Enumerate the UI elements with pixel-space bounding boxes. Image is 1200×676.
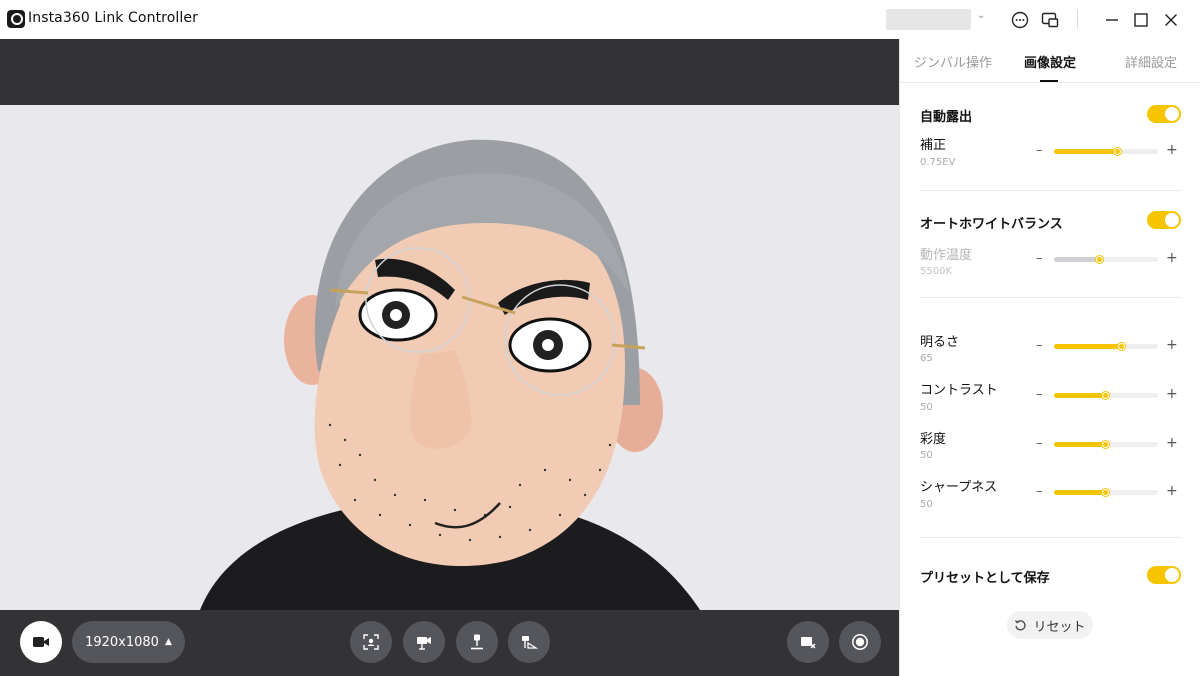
awb-label: オートホワイトバランス <box>920 217 1063 232</box>
save-preset-toggle[interactable] <box>1147 566 1181 584</box>
sharpness-minus[interactable]: – <box>1036 484 1043 499</box>
chevron-down-icon[interactable]: ⌄ <box>977 10 985 21</box>
saturation-label: 彩度 <box>920 432 947 447</box>
tab-image-settings[interactable]: 画像設定 <box>1024 52 1076 71</box>
color-temp-slider[interactable] <box>1054 256 1158 263</box>
reset-button[interactable]: リセット <box>1007 611 1093 639</box>
camera-preview[interactable] <box>0 105 899 610</box>
face-frame-button[interactable] <box>350 621 392 663</box>
saturation-plus[interactable]: + <box>1166 435 1178 451</box>
sharpness-plus[interactable]: + <box>1166 483 1178 499</box>
tab-gimbal[interactable]: ジンバル操作 <box>914 52 992 71</box>
divider <box>1077 10 1078 29</box>
contrast-label: コントラスト <box>920 383 998 398</box>
account-selector[interactable] <box>886 9 971 30</box>
auto-exposure-label: 自動露出 <box>920 110 973 125</box>
contrast-value: 50 <box>920 402 933 413</box>
record-icon <box>852 634 868 650</box>
color-temp-minus[interactable]: – <box>1036 251 1043 266</box>
brightness-slider[interactable] <box>1054 343 1158 350</box>
overhead-icon <box>471 634 483 650</box>
sharpness-value: 50 <box>920 499 933 510</box>
saturation-slider[interactable] <box>1054 441 1158 448</box>
sharpness-label: シャープネス <box>920 480 998 495</box>
title-bar: Insta360 Link Controller ⌄ <box>0 0 1200 39</box>
divider <box>920 297 1182 298</box>
privacy-button[interactable] <box>787 621 829 663</box>
hide-privacy-icon <box>801 637 816 649</box>
exposure-comp-slider[interactable] <box>1054 148 1158 155</box>
app-logo-icon <box>7 10 25 28</box>
brightness-plus[interactable]: + <box>1166 337 1178 353</box>
contrast-slider[interactable] <box>1054 392 1158 399</box>
divider <box>920 537 1182 538</box>
tab-advanced[interactable]: 詳細設定 <box>1125 52 1177 71</box>
resolution-selector[interactable]: 1920x1080 ▲ <box>72 621 185 663</box>
desk-mode-icon <box>522 636 538 649</box>
pip-icon[interactable] <box>1039 9 1061 31</box>
contrast-plus[interactable]: + <box>1166 386 1178 402</box>
save-preset-label: プリセットとして保存 <box>920 571 1050 586</box>
contrast-minus[interactable]: – <box>1036 387 1043 402</box>
resolution-label: 1920x1080 <box>85 634 159 650</box>
tab-bar: ジンバル操作 画像設定 詳細設定 <box>900 39 1200 83</box>
brightness-value: 65 <box>920 353 933 364</box>
brightness-minus[interactable]: – <box>1036 338 1043 353</box>
auto-exposure-toggle[interactable] <box>1147 105 1181 123</box>
sharpness-slider[interactable] <box>1054 489 1158 496</box>
color-temp-value: 5500K <box>920 266 953 277</box>
more-icon[interactable] <box>1009 9 1031 31</box>
preview-image <box>0 105 899 610</box>
app-title: Insta360 Link Controller <box>28 10 198 26</box>
exposure-comp-minus[interactable]: – <box>1036 143 1043 158</box>
bottom-control-bar: 1920x1080 ▲ <box>0 610 899 676</box>
exposure-comp-plus[interactable]: + <box>1166 142 1178 158</box>
tracking-button[interactable] <box>403 621 445 663</box>
tracking-icon <box>417 637 431 650</box>
settings-panel: ジンバル操作 画像設定 詳細設定 自動露出 補正 0.75EV – + オートホ… <box>899 39 1200 676</box>
saturation-minus[interactable]: – <box>1036 436 1043 451</box>
color-temp-label: 動作温度 <box>920 248 973 263</box>
record-button[interactable] <box>839 621 881 663</box>
awb-toggle[interactable] <box>1147 211 1181 229</box>
divider <box>920 190 1182 191</box>
desk-mode-button[interactable] <box>508 621 550 663</box>
tab-active-indicator <box>1040 80 1058 82</box>
exposure-comp-label: 補正 <box>920 138 947 153</box>
maximize-icon[interactable] <box>1130 9 1152 31</box>
minimize-icon[interactable] <box>1101 9 1123 31</box>
chevron-up-icon: ▲ <box>164 637 172 647</box>
exposure-comp-value: 0.75EV <box>920 157 956 168</box>
overhead-button[interactable] <box>456 621 498 663</box>
preview-top-bar <box>0 39 899 105</box>
face-frame-icon <box>363 634 379 650</box>
reset-label: リセット <box>1033 619 1086 635</box>
color-temp-plus[interactable]: + <box>1166 250 1178 266</box>
close-icon[interactable] <box>1160 9 1182 31</box>
camera-button[interactable] <box>20 621 62 663</box>
saturation-value: 50 <box>920 450 933 461</box>
camera-icon <box>33 637 49 647</box>
brightness-label: 明るさ <box>920 335 960 350</box>
refresh-icon <box>1015 619 1027 630</box>
